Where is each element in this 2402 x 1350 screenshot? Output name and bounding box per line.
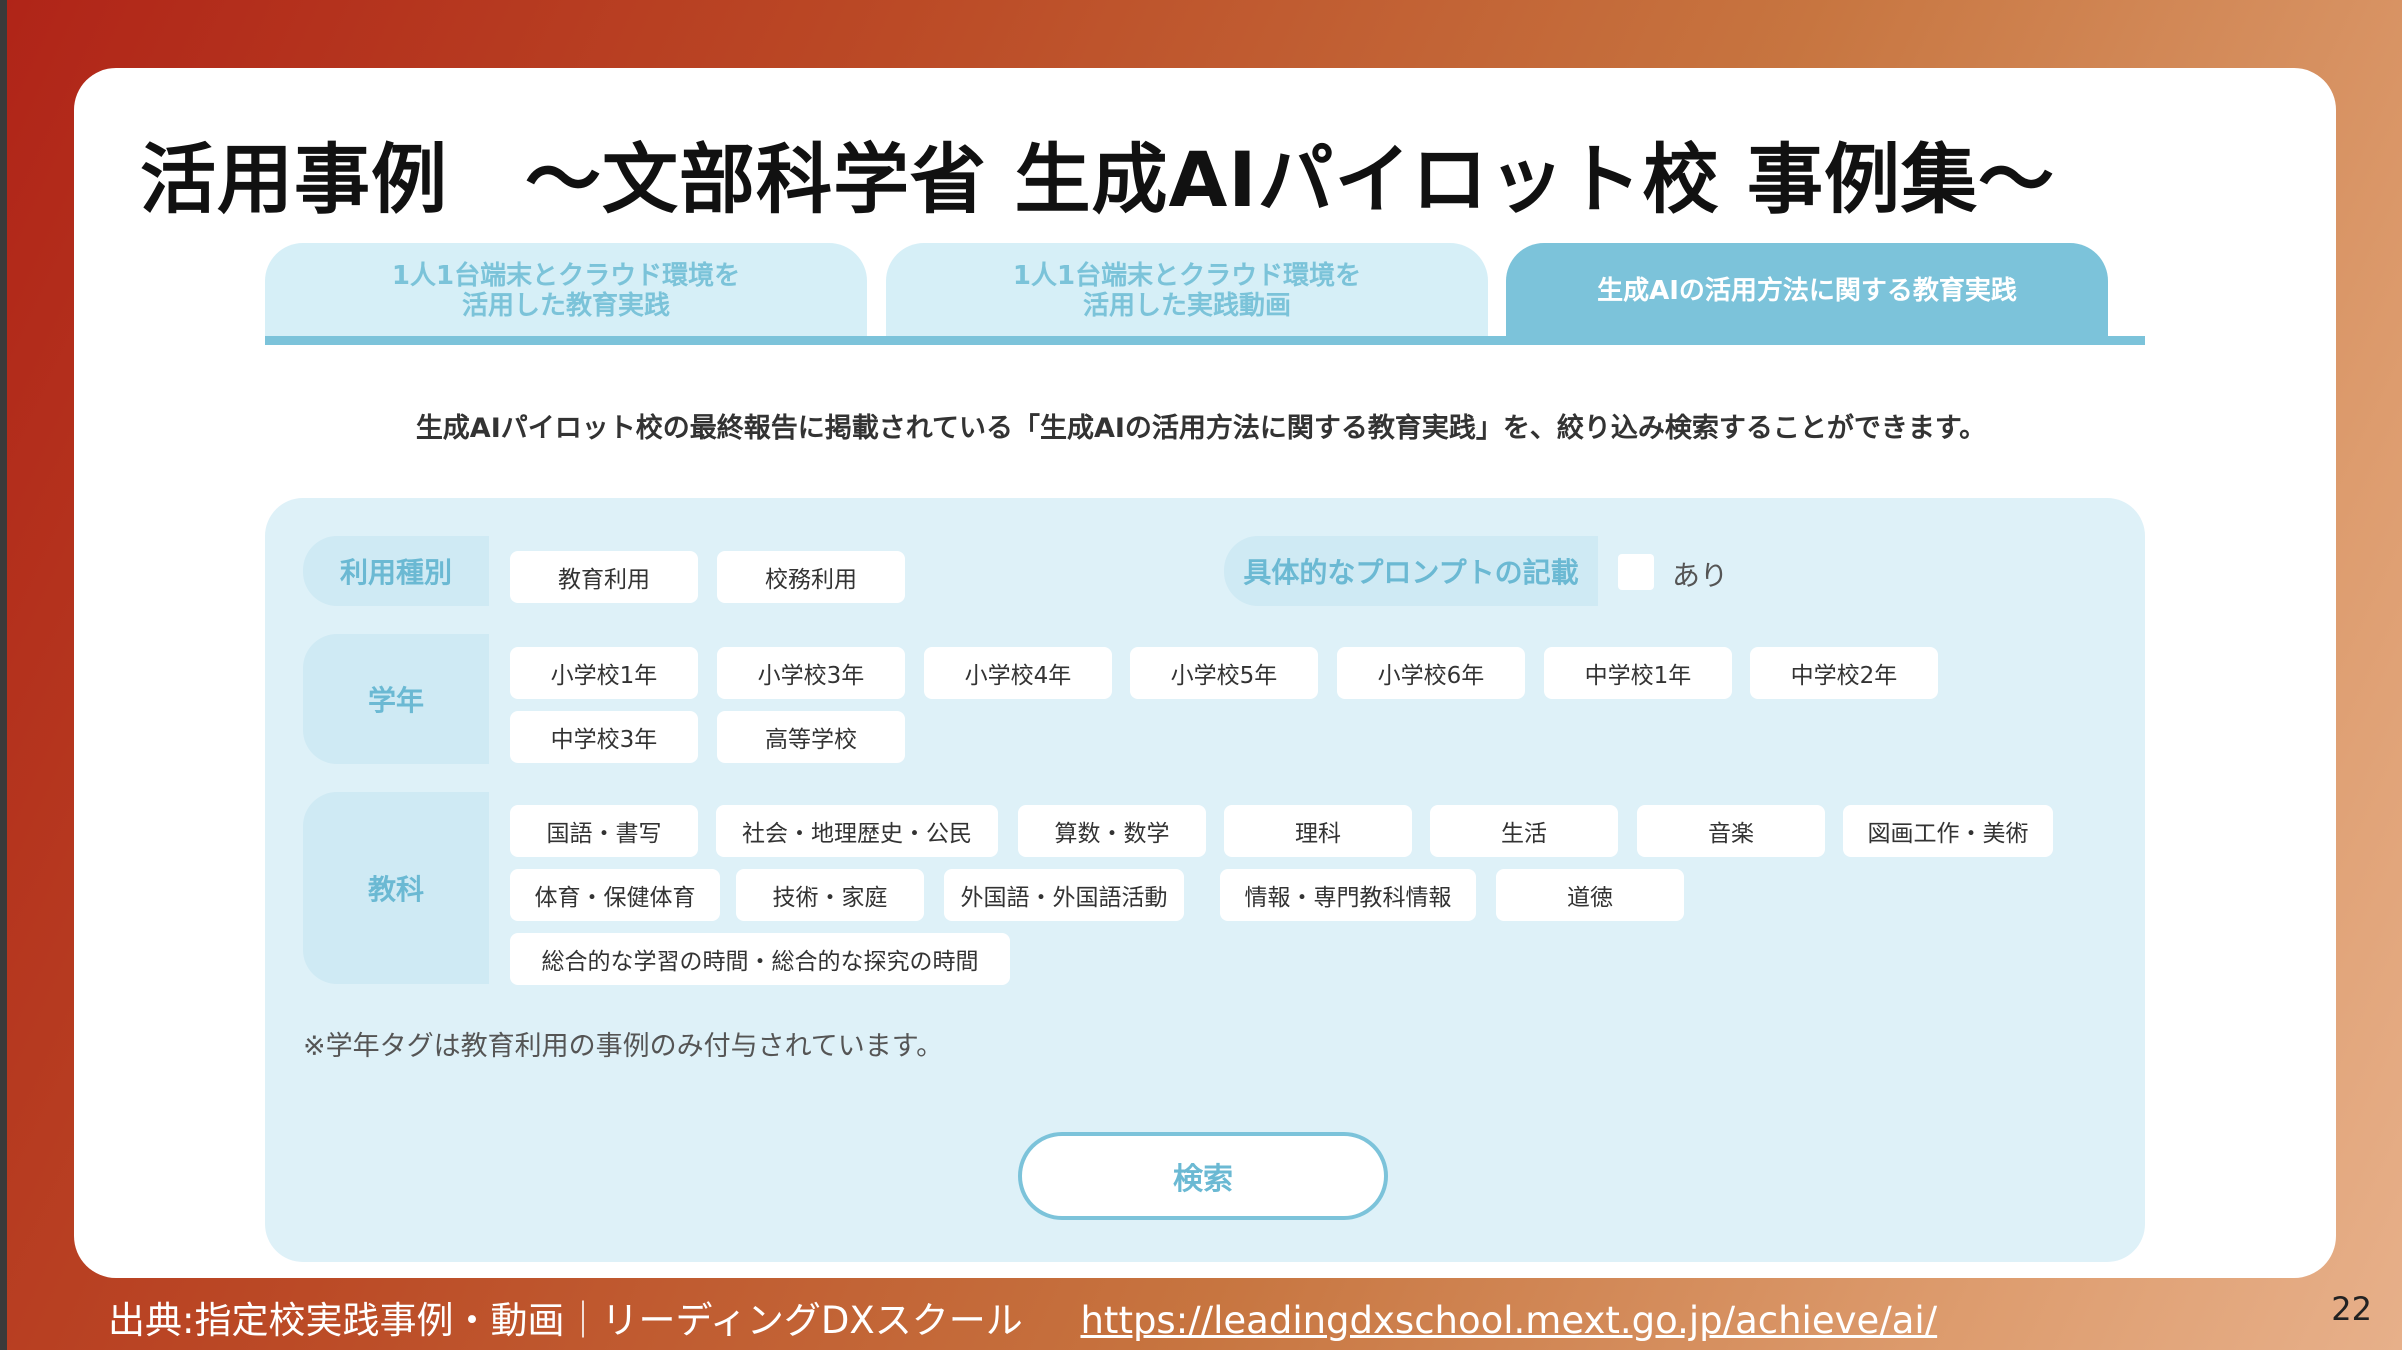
source-url-link[interactable]: https://leadingdxschool.mext.go.jp/achie… [1080,1299,1937,1342]
chip-grade-high-school[interactable]: 高等学校 [717,711,905,763]
chip-subject-social-studies[interactable]: 社会・地理歴史・公民 [716,805,998,857]
chip-grade-elem-1[interactable]: 小学校1年 [510,647,698,699]
page-number: 22 [2331,1290,2372,1328]
chip-grade-elem-6[interactable]: 小学校6年 [1337,647,1525,699]
slide-title: 活用事例 ～文部科学省 生成AIパイロット校 事例集～ [140,135,2056,224]
chip-grade-elem-4[interactable]: 小学校4年 [924,647,1112,699]
tab-label: 1人1台端末とクラウド環境を 活用した実践動画 [1012,260,1362,321]
chip-usage-school-affairs[interactable]: 校務利用 [717,551,905,603]
tab-label: 1人1台端末とクラウド環境を 活用した教育実践 [391,260,741,321]
chip-subject-information[interactable]: 情報・専門教科情報 [1220,869,1476,921]
window-edge [0,0,7,1350]
chip-grade-jh-2[interactable]: 中学校2年 [1750,647,1938,699]
chip-subject-art[interactable]: 図画工作・美術 [1843,805,2053,857]
chip-subject-music[interactable]: 音楽 [1637,805,1825,857]
chip-subject-japanese[interactable]: 国語・書写 [510,805,698,857]
tab-genai-practice[interactable]: 生成AIの活用方法に関する教育実践 [1506,243,2108,338]
page-description: 生成AIパイロット校の最終報告に掲載されている「生成AIの活用方法に関する教育実… [415,413,1987,444]
subject-label: 教科 [303,792,489,984]
chip-subject-moral[interactable]: 道徳 [1496,869,1684,921]
chip-subject-integrated-study[interactable]: 総合的な学習の時間・総合的な探究の時間 [510,933,1010,985]
chip-subject-life-environment[interactable]: 生活 [1430,805,1618,857]
chip-subject-pe-health[interactable]: 体育・保健体育 [510,869,720,921]
source-text: 出典:指定校実践事例・動画｜リーディングDXスクール [108,1299,1023,1342]
chip-subject-science[interactable]: 理科 [1224,805,1412,857]
chip-grade-elem-3[interactable]: 小学校3年 [717,647,905,699]
usage-type-label: 利用種別 [303,536,489,606]
prompt-checkbox[interactable] [1618,554,1654,590]
tab-cloud-video[interactable]: 1人1台端末とクラウド環境を 活用した実践動画 [886,243,1488,338]
chip-grade-elem-5[interactable]: 小学校5年 [1130,647,1318,699]
chip-grade-jh-3[interactable]: 中学校3年 [510,711,698,763]
prompt-filter-label: 具体的なプロンプトの記載 [1224,536,1598,606]
search-button[interactable]: 検索 [1018,1132,1388,1220]
chip-usage-education[interactable]: 教育利用 [510,551,698,603]
chip-subject-foreign-language[interactable]: 外国語・外国語活動 [944,869,1184,921]
grade-tag-note: ※学年タグは教育利用の事例のみ付与されています。 [303,1031,944,1062]
tab-label: 生成AIの活用方法に関する教育実践 [1597,275,2017,306]
grade-label: 学年 [303,634,489,764]
chip-grade-jh-1[interactable]: 中学校1年 [1544,647,1732,699]
footer-source: 出典:指定校実践事例・動画｜リーディングDXスクール https://leadi… [108,1290,1937,1344]
chip-subject-math[interactable]: 算数・数学 [1018,805,1206,857]
tab-cloud-practice[interactable]: 1人1台端末とクラウド環境を 活用した教育実践 [265,243,867,338]
tab-underline [265,336,2145,345]
chip-subject-tech-home[interactable]: 技術・家庭 [736,869,924,921]
prompt-checkbox-label: あり [1672,559,1729,592]
